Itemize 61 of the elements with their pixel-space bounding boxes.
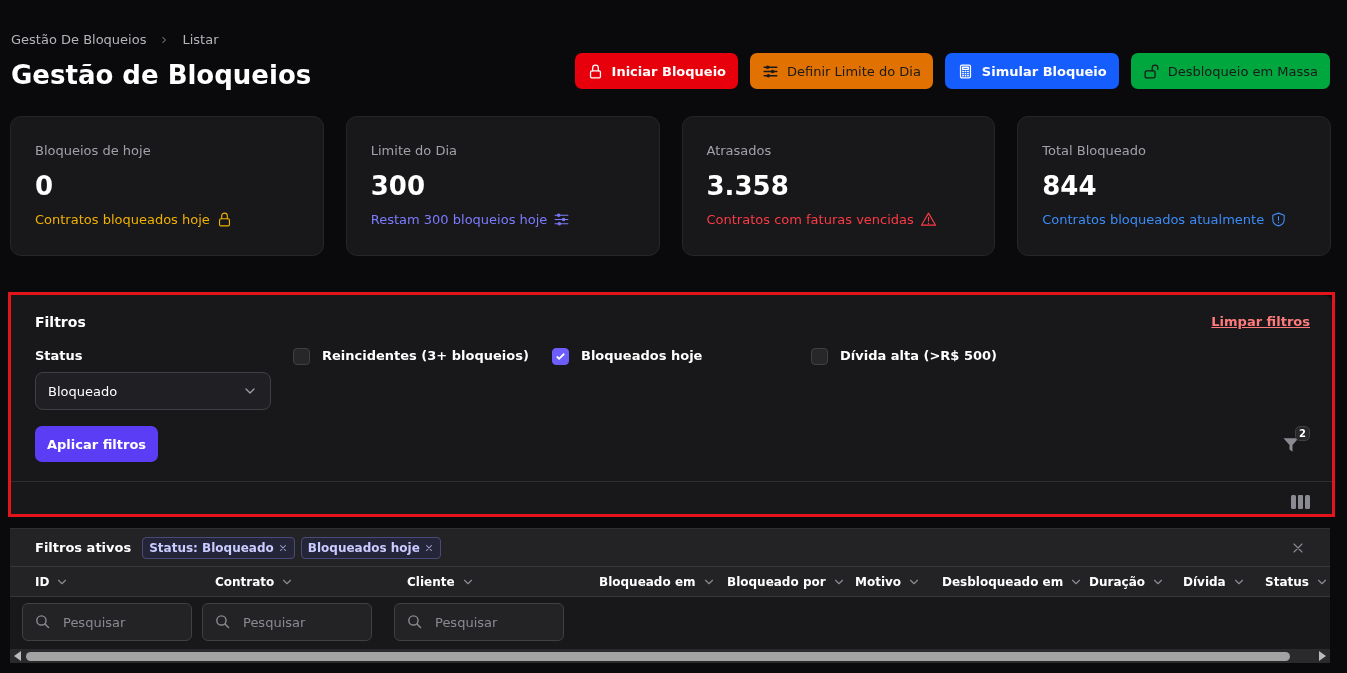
column-header[interactable]: Contrato [215, 574, 275, 589]
checkbox-label[interactable]: Reincidentes (3+ bloqueios) [322, 348, 529, 363]
filter-chip[interactable]: Bloqueados hoje [300, 536, 441, 559]
checkbox[interactable] [552, 348, 569, 365]
stat-value: 844 [1042, 171, 1098, 201]
filter-count-badge: 2 [1295, 426, 1310, 441]
stat-label: Limite do Dia [370, 143, 458, 158]
stat-note: Contratos bloqueados atualmente [1042, 212, 1265, 227]
search-field[interactable]: Pesquisar [22, 603, 192, 641]
column-header[interactable]: Desbloqueado em [942, 574, 1064, 589]
status-select[interactable]: Bloqueado [35, 372, 271, 410]
stat-note: Contratos com faturas vencidas [706, 212, 914, 227]
stat-label: Total Bloqueado [1042, 143, 1146, 158]
check-icon [555, 351, 566, 362]
clear-filters-link[interactable]: Limpar filtros [1211, 314, 1310, 330]
stat-label: Atrasados [706, 143, 772, 158]
column-header[interactable]: Bloqueado por [727, 574, 826, 589]
stat-value: 3.358 [706, 171, 790, 201]
action-button[interactable]: Simular Bloqueio [944, 53, 1119, 89]
close-icon [277, 542, 288, 553]
filter-chip[interactable]: Status: Bloqueado [142, 536, 295, 559]
checkbox-label[interactable]: Dívida alta (>R$ 500) [840, 348, 997, 363]
search-icon [406, 613, 423, 630]
action-button[interactable]: Definir Limite do Dia [750, 53, 933, 89]
column-header[interactable]: Dívida [1183, 574, 1226, 589]
active-filters-label: Filtros ativos [35, 540, 132, 555]
field-label: Status [35, 348, 84, 363]
checkbox[interactable] [811, 348, 828, 365]
checkbox-label[interactable]: Bloqueados hoje [581, 348, 703, 363]
column-header[interactable]: Bloqueado em [599, 574, 696, 589]
scrollbar-thumb[interactable] [26, 651, 1290, 661]
close-icon [423, 542, 434, 553]
search-field[interactable]: Pesquisar [394, 603, 564, 641]
search-icon [34, 613, 51, 630]
column-header[interactable]: ID [35, 574, 50, 589]
search-field[interactable]: Pesquisar [202, 603, 372, 641]
column-header[interactable]: Motivo [855, 574, 902, 589]
breadcrumb-current: Listar [182, 32, 219, 47]
checkbox[interactable] [293, 348, 310, 365]
panel-title: Filtros [35, 314, 86, 330]
warning-icon [919, 211, 937, 228]
search-icon [214, 613, 231, 630]
action-button[interactable]: Iniciar Bloqueio [574, 53, 739, 89]
apply-filters-button[interactable]: Aplicar filtros [35, 426, 159, 462]
breadcrumb-link[interactable]: Gestão De Bloqueios [11, 32, 147, 47]
columns-icon[interactable] [1291, 494, 1310, 510]
page-title: Gestão de Bloqueios [11, 59, 312, 92]
sliders-icon [553, 211, 571, 228]
scroll-left-icon[interactable] [14, 651, 22, 661]
column-header[interactable]: Duração [1089, 574, 1145, 589]
stat-note: Contratos bloqueados hoje [35, 212, 210, 227]
unlock-icon [1142, 62, 1160, 80]
shield-icon [1270, 211, 1288, 228]
stat-label: Bloqueios de hoje [35, 143, 151, 158]
scroll-right-icon[interactable] [1318, 651, 1326, 661]
action-button[interactable]: Desbloqueio em Massa [1130, 53, 1330, 89]
stat-value: 300 [370, 171, 427, 201]
stat-value: 0 [35, 171, 55, 201]
column-header[interactable]: Status [1265, 574, 1309, 589]
column-header[interactable]: Cliente [407, 574, 455, 589]
stat-note: Restam 300 bloqueios hoje [370, 212, 548, 227]
